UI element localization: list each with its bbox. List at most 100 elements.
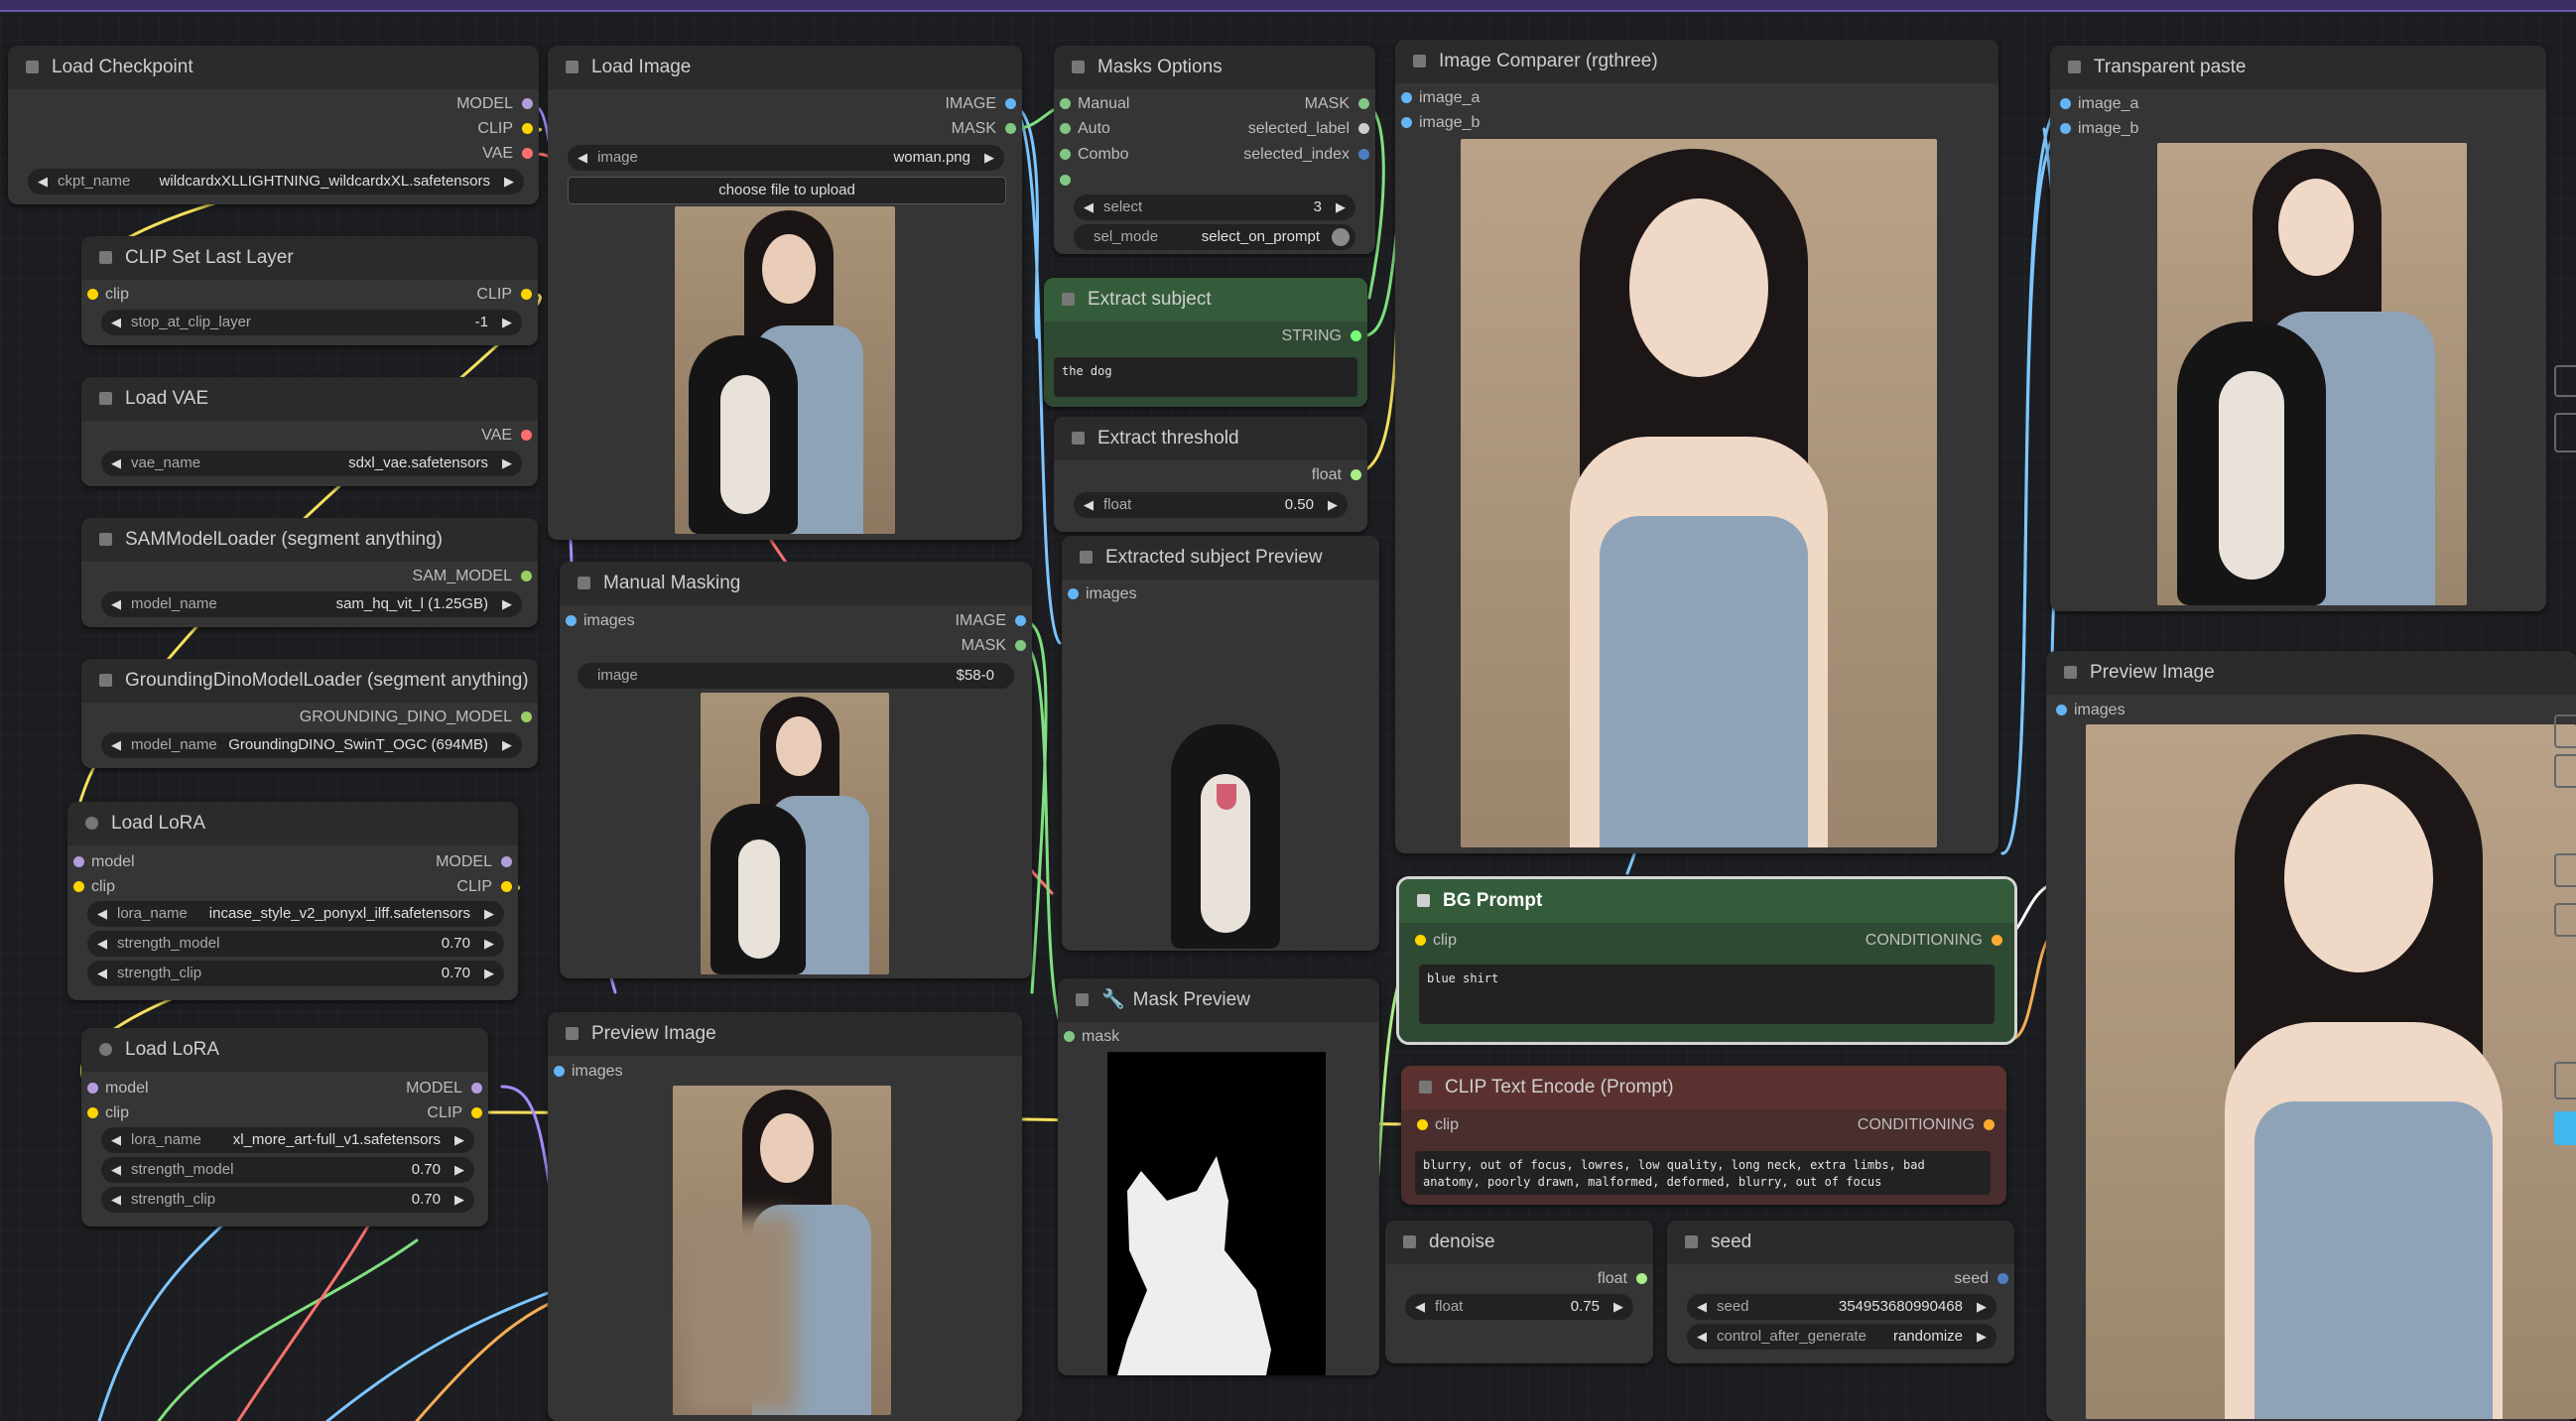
arrow-left-icon[interactable]: ◀: [1084, 194, 1094, 220]
input-pin-auto[interactable]: [1060, 123, 1071, 134]
node-collapse-icon[interactable]: [99, 1043, 112, 1056]
output-pin-conditioning[interactable]: [1992, 935, 2002, 946]
node-collapse-icon[interactable]: [1072, 61, 1085, 73]
arrow-right-icon[interactable]: ▶: [502, 451, 512, 476]
node-collapse-icon[interactable]: [1403, 1235, 1416, 1248]
arrow-right-icon[interactable]: ▶: [484, 931, 494, 957]
output-pin-image[interactable]: [1005, 98, 1016, 109]
output-pin-model[interactable]: [501, 856, 512, 867]
node-grounding-dino-loader[interactable]: GroundingDinoModelLoader (segment anythi…: [81, 659, 538, 768]
node-preview-image-left[interactable]: Preview Image images: [548, 1012, 1022, 1421]
node-load-checkpoint[interactable]: Load Checkpoint MODEL CLIP VAE ◀ ckpt_na…: [8, 46, 539, 204]
node-extract-subject[interactable]: Extract subject STRING the dog: [1044, 278, 1367, 407]
stop-at-clip-layer-stepper[interactable]: ◀ stop_at_clip_layer -1 ▶: [101, 310, 522, 335]
output-pin-selected-index[interactable]: [1358, 149, 1369, 160]
node-collapse-icon[interactable]: [26, 61, 39, 73]
node-transparent-paste[interactable]: Transparent paste image_a image_b: [2050, 46, 2546, 611]
node-load-image[interactable]: Load Image IMAGE MASK ◀ image woman.png …: [548, 46, 1022, 540]
arrow-left-icon[interactable]: ◀: [97, 931, 107, 957]
input-pin-extra[interactable]: [1060, 175, 1071, 186]
arrow-left-icon[interactable]: ◀: [1697, 1324, 1707, 1350]
node-bg-prompt[interactable]: BG Prompt clip CONDITIONING blue shirt: [1396, 876, 2017, 1045]
arrow-left-icon[interactable]: ◀: [1084, 492, 1094, 518]
arrow-right-icon[interactable]: ▶: [504, 169, 514, 194]
toolbar-button[interactable]: [2554, 754, 2576, 788]
input-pin-model[interactable]: [73, 856, 84, 867]
input-pin-clip[interactable]: [1415, 935, 1426, 946]
strength-clip-stepper[interactable]: ◀ strength_clip 0.70 ▶: [87, 961, 504, 986]
output-pin-seed[interactable]: [1997, 1273, 2008, 1284]
arrow-left-icon[interactable]: ◀: [111, 732, 121, 758]
seed-stepper[interactable]: ◀ seed 354953680990468 ▶: [1687, 1294, 1996, 1320]
input-pin-images[interactable]: [1068, 588, 1079, 599]
input-pin-image-b[interactable]: [2060, 123, 2071, 134]
mask-image-field[interactable]: image $58-0: [578, 663, 1014, 689]
choose-file-button[interactable]: choose file to upload: [568, 177, 1006, 204]
arrow-left-icon[interactable]: ◀: [1697, 1294, 1707, 1320]
input-pin-clip[interactable]: [73, 881, 84, 892]
node-collapse-icon[interactable]: [2068, 61, 2081, 73]
arrow-right-icon[interactable]: ▶: [1977, 1294, 1987, 1320]
node-preview-image-right[interactable]: Preview Image images: [2046, 651, 2576, 1421]
output-pin-model[interactable]: [471, 1083, 482, 1094]
node-collapse-icon[interactable]: [1413, 55, 1426, 67]
input-pin-images[interactable]: [566, 615, 577, 626]
input-pin-image-b[interactable]: [1401, 117, 1412, 128]
input-pin-clip[interactable]: [87, 289, 98, 300]
dino-model-name-combo[interactable]: ◀ model_name GroundingDINO_SwinT_OGC (69…: [101, 732, 522, 758]
node-manual-masking[interactable]: Manual Masking images IMAGE MASK image $…: [560, 562, 1032, 978]
output-pin-clip[interactable]: [522, 123, 533, 134]
sam-model-name-combo[interactable]: ◀ model_name sam_hq_vit_l (1.25GB) ▶: [101, 591, 522, 617]
toolbar-button[interactable]: [2554, 413, 2576, 452]
output-pin-clip[interactable]: [471, 1107, 482, 1118]
node-extracted-subject-preview[interactable]: Extracted subject Preview images: [1062, 536, 1379, 951]
prompt-textarea[interactable]: blue shirt: [1419, 965, 1995, 1024]
node-collapse-icon[interactable]: [1685, 1235, 1698, 1248]
node-collapse-icon[interactable]: [1076, 993, 1089, 1006]
input-pin-clip[interactable]: [1417, 1119, 1428, 1130]
input-pin-combo[interactable]: [1060, 149, 1071, 160]
node-collapse-icon[interactable]: [99, 674, 112, 687]
arrow-right-icon[interactable]: ▶: [1336, 194, 1346, 220]
output-pin-vae[interactable]: [521, 430, 532, 441]
node-collapse-icon[interactable]: [99, 392, 112, 405]
arrow-left-icon[interactable]: ◀: [111, 451, 121, 476]
input-pin-image-a[interactable]: [1401, 92, 1412, 103]
node-collapse-icon[interactable]: [1417, 894, 1430, 907]
output-pin-model[interactable]: [522, 98, 533, 109]
node-sam-model-loader[interactable]: SAMModelLoader (segment anything) SAM_MO…: [81, 518, 538, 627]
arrow-right-icon[interactable]: ▶: [1613, 1294, 1623, 1320]
node-collapse-icon[interactable]: [1062, 293, 1075, 306]
arrow-right-icon[interactable]: ▶: [502, 310, 512, 335]
node-extract-threshold[interactable]: Extract threshold float ◀ float 0.50 ▶: [1054, 417, 1367, 532]
output-pin-conditioning[interactable]: [1984, 1119, 1995, 1130]
ckpt-name-combo[interactable]: ◀ ckpt_name wildcardxXLLIGHTNING_wildcar…: [28, 169, 524, 194]
output-pin-mask[interactable]: [1358, 98, 1369, 109]
arrow-right-icon[interactable]: ▶: [502, 591, 512, 617]
output-pin-vae[interactable]: [522, 148, 533, 159]
arrow-left-icon[interactable]: ◀: [38, 169, 48, 194]
lora-name-combo[interactable]: ◀ lora_name incase_style_v2_ponyxl_ilff.…: [87, 901, 504, 927]
node-collapse-icon[interactable]: [85, 817, 98, 830]
toggle-knob[interactable]: [1332, 228, 1350, 246]
node-load-lora-2[interactable]: Load LoRA model clip MODEL CLIP ◀ lora_n…: [81, 1028, 488, 1227]
prompt-textarea[interactable]: blurry, out of focus, lowres, low qualit…: [1415, 1151, 1991, 1195]
output-pin-selected-label[interactable]: [1358, 123, 1369, 134]
arrow-left-icon[interactable]: ◀: [111, 1187, 121, 1213]
toolbar-button-active[interactable]: [2554, 1111, 2576, 1145]
input-pin-images[interactable]: [554, 1066, 565, 1077]
output-pin-sam[interactable]: [521, 571, 532, 581]
input-pin-manual[interactable]: [1060, 98, 1071, 109]
vae-name-combo[interactable]: ◀ vae_name sdxl_vae.safetensors ▶: [101, 451, 522, 476]
arrow-right-icon[interactable]: ▶: [454, 1127, 464, 1153]
output-pin-float[interactable]: [1351, 469, 1361, 480]
arrow-left-icon[interactable]: ◀: [578, 145, 587, 171]
arrow-left-icon[interactable]: ◀: [111, 310, 121, 335]
node-collapse-icon[interactable]: [2064, 666, 2077, 679]
output-pin-string[interactable]: [1351, 330, 1361, 341]
node-masks-options[interactable]: Masks Options Manual Auto Combo MASK sel…: [1054, 46, 1375, 254]
output-pin-mask[interactable]: [1015, 640, 1026, 651]
node-clip-set-last-layer[interactable]: CLIP Set Last Layer clip CLIP ◀ stop_at_…: [81, 236, 538, 345]
arrow-right-icon[interactable]: ▶: [454, 1187, 464, 1213]
prompt-textarea[interactable]: the dog: [1054, 357, 1357, 397]
